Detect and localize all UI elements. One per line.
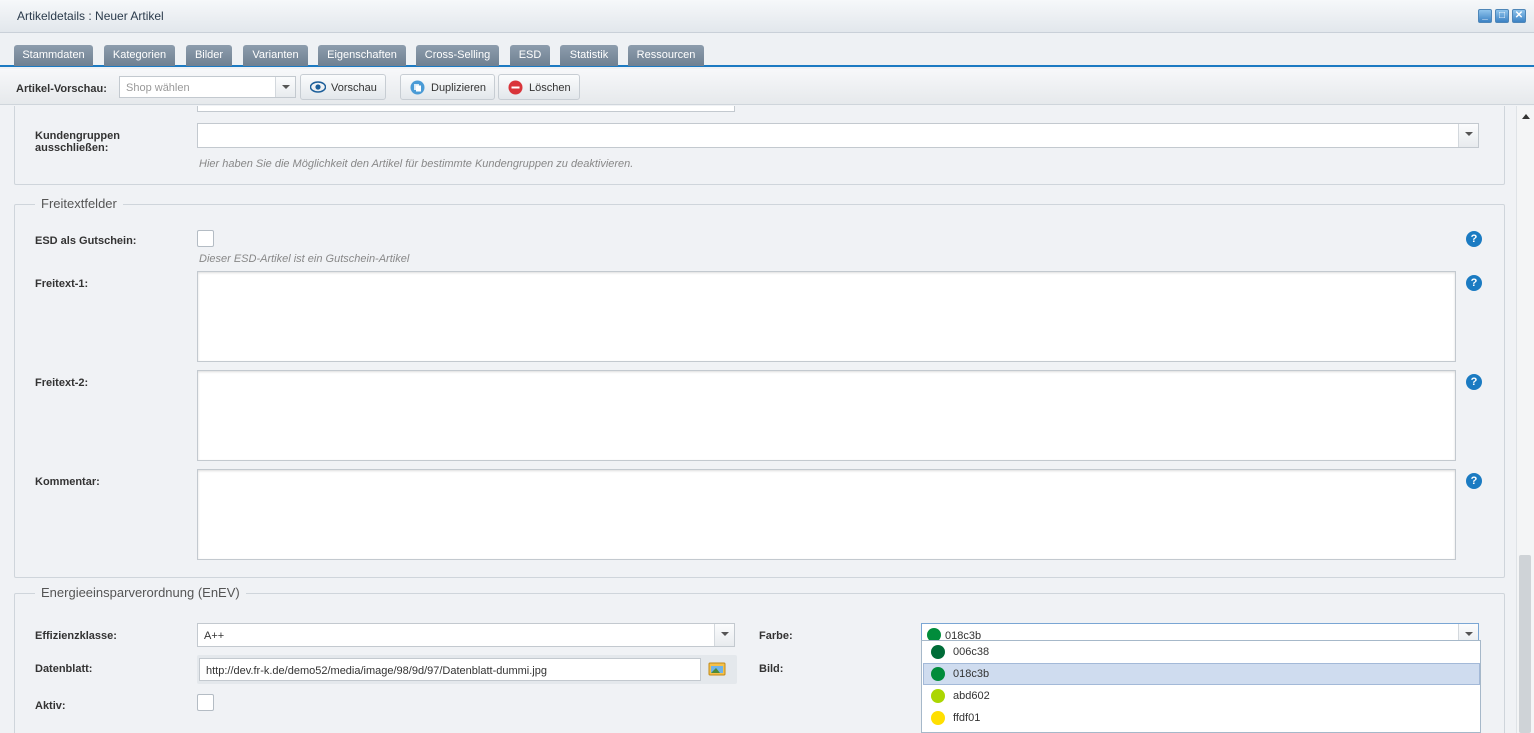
form-content: Kundengruppen ausschließen: Hier haben S…: [0, 106, 1516, 733]
freitext2-label: Freitext-2:: [35, 377, 89, 389]
media-select-icon[interactable]: [708, 661, 726, 676]
color-option[interactable]: [923, 729, 1480, 732]
chevron-down-icon[interactable]: [714, 624, 734, 646]
eye-icon: [310, 81, 326, 93]
datasheet-input[interactable]: http://dev.fr-k.de/demo52/media/image/98…: [199, 658, 701, 681]
color-swatch: [931, 689, 945, 703]
maximize-icon[interactable]: □: [1495, 9, 1509, 23]
tab-bar: Stammdaten Kategorien Bilder Varianten E…: [0, 33, 1534, 67]
window-title: Artikeldetails : Neuer Artikel: [17, 9, 164, 23]
esd-voucher-label: ESD als Gutschein:: [35, 235, 137, 247]
color-swatch: [931, 645, 945, 659]
datasheet-label: Datenblatt:: [35, 663, 93, 675]
efficiency-class-select[interactable]: A++: [197, 623, 735, 647]
comment-label: Kommentar:: [35, 476, 100, 488]
color-option-selected[interactable]: 018c3b: [923, 663, 1480, 685]
tab-bilder[interactable]: Bilder: [186, 45, 232, 66]
color-option[interactable]: abd602: [923, 685, 1480, 707]
tab-kategorien[interactable]: Kategorien: [104, 45, 175, 66]
esd-voucher-checkbox[interactable]: [197, 230, 214, 247]
freitext2-textarea[interactable]: [197, 370, 1456, 461]
color-label: Farbe:: [759, 630, 793, 642]
fieldset-freetext: Freitextfelder ESD als Gutschein: Dieser…: [14, 196, 1505, 578]
chevron-down-icon[interactable]: [275, 77, 295, 97]
question-mark-icon[interactable]: ?: [1466, 374, 1482, 390]
preview-button[interactable]: Vorschau: [300, 74, 386, 100]
fieldset-basics: Kundengruppen ausschließen: Hier haben S…: [14, 106, 1505, 185]
tab-eigenschaften[interactable]: Eigenschaften: [318, 45, 406, 66]
datasheet-value: http://dev.fr-k.de/demo52/media/image/98…: [206, 665, 547, 677]
enev-legend: Energieeinsparverordnung (EnEV): [35, 585, 246, 600]
scroll-up-icon[interactable]: [1522, 114, 1530, 119]
question-mark-icon[interactable]: ?: [1466, 473, 1482, 489]
question-mark-icon[interactable]: ?: [1466, 275, 1482, 291]
efficiency-class-value: A++: [204, 630, 225, 642]
color-option-label: 006c38: [953, 646, 990, 658]
shop-select[interactable]: Shop wählen: [119, 76, 296, 98]
tab-cross-selling[interactable]: Cross-Selling: [416, 45, 499, 66]
esd-voucher-help: Dieser ESD-Artikel ist ein Gutschein-Art…: [199, 253, 410, 265]
duplicate-icon: [410, 80, 425, 95]
cut-off-select[interactable]: [197, 106, 735, 112]
tab-stammdaten[interactable]: Stammdaten: [14, 45, 93, 66]
freetext-legend: Freitextfelder: [35, 196, 123, 211]
preview-label: Artikel-Vorschau:: [16, 83, 107, 95]
close-icon[interactable]: ✕: [1512, 9, 1526, 23]
customer-groups-select[interactable]: [197, 123, 1479, 148]
duplicate-button-label: Duplizieren: [431, 82, 487, 94]
freitext1-textarea[interactable]: [197, 271, 1456, 362]
tab-statistik[interactable]: Statistik: [560, 45, 618, 66]
color-swatch: [931, 711, 945, 725]
color-dropdown-list: 006c38 018c3b abd602 ffdf01: [921, 640, 1481, 733]
efficiency-class-label: Effizienzklasse:: [35, 630, 117, 642]
tab-varianten[interactable]: Varianten: [243, 45, 308, 66]
question-mark-icon[interactable]: ?: [1466, 231, 1482, 247]
minimize-icon[interactable]: _: [1478, 9, 1492, 23]
tab-ressourcen[interactable]: Ressourcen: [628, 45, 704, 66]
scrollbar-thumb[interactable]: [1519, 555, 1531, 733]
window-titlebar: Artikeldetails : Neuer Artikel _ □ ✕: [0, 0, 1534, 33]
color-option-label: abd602: [953, 690, 990, 702]
delete-icon: [508, 80, 523, 95]
color-swatch: [931, 667, 945, 681]
delete-button-label: Löschen: [529, 82, 571, 94]
shop-select-placeholder: Shop wählen: [126, 82, 190, 94]
comment-textarea[interactable]: [197, 469, 1456, 560]
chevron-down-icon[interactable]: [1458, 124, 1478, 147]
customer-groups-help: Hier haben Sie die Möglichkeit den Artik…: [199, 158, 634, 170]
active-label: Aktiv:: [35, 700, 66, 712]
toolbar: Artikel-Vorschau: Shop wählen Vorschau D…: [0, 69, 1534, 105]
datasheet-field: http://dev.fr-k.de/demo52/media/image/98…: [197, 655, 737, 684]
color-option[interactable]: 006c38: [923, 641, 1480, 663]
freitext1-label: Freitext-1:: [35, 278, 89, 290]
color-option-label: 018c3b: [953, 668, 990, 680]
image-label: Bild:: [759, 663, 784, 675]
vertical-scrollbar[interactable]: [1516, 106, 1534, 733]
delete-button[interactable]: Löschen: [498, 74, 580, 100]
duplicate-button[interactable]: Duplizieren: [400, 74, 495, 100]
active-checkbox[interactable]: [197, 694, 214, 711]
tab-esd[interactable]: ESD: [510, 45, 550, 66]
customer-groups-label: Kundengruppen ausschließen:: [35, 130, 120, 154]
color-option[interactable]: ffdf01: [923, 707, 1480, 729]
color-option-label: ffdf01: [953, 712, 981, 724]
preview-button-label: Vorschau: [331, 82, 377, 94]
